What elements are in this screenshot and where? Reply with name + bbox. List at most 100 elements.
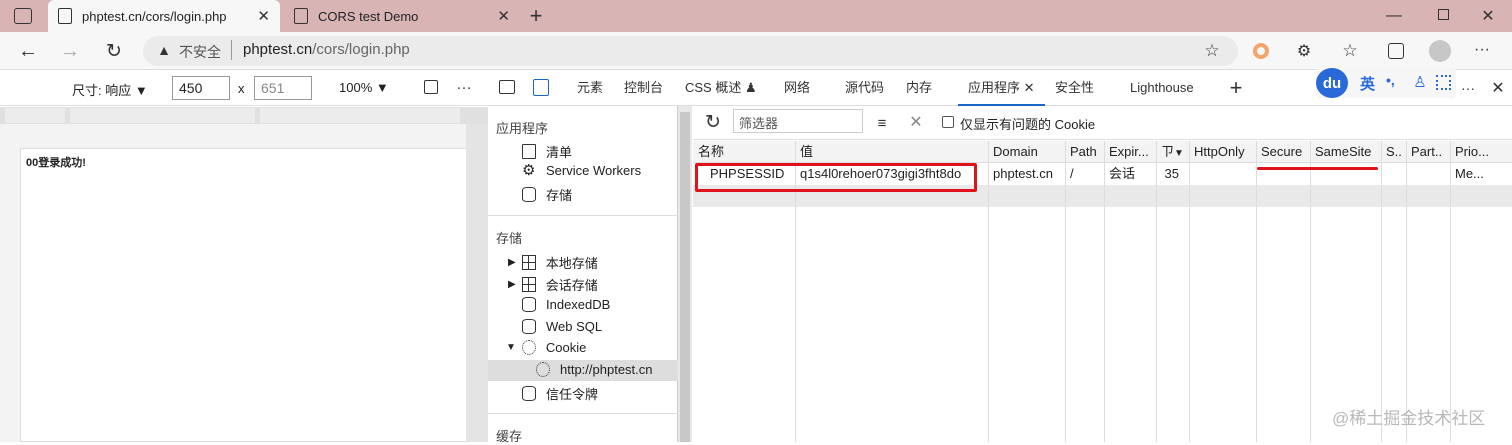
avatar[interactable]	[1429, 40, 1451, 62]
cell-size[interactable]: 35	[1156, 163, 1189, 185]
extension-icon[interactable]	[1253, 43, 1269, 59]
inspect-icon[interactable]	[499, 80, 515, 94]
database-icon	[522, 297, 536, 312]
watermark: @稀土掘金技术社区	[1332, 409, 1486, 428]
close-icon[interactable]: ✕	[497, 7, 510, 25]
tab-lighthouse[interactable]: Lighthouse	[1130, 70, 1194, 106]
tab-application[interactable]: 应用程序 ✕	[958, 70, 1045, 106]
cell-priority[interactable]: Me...	[1450, 163, 1512, 185]
close-icon[interactable]: ✕	[1024, 80, 1035, 95]
tab-title: phptest.cn/cors/login.php	[82, 8, 227, 24]
tab-console[interactable]: 控制台	[624, 70, 663, 106]
filter-input[interactable]: 筛选器	[733, 109, 863, 133]
collapse-icon[interactable]: ▼	[506, 342, 516, 353]
flask-icon: ♟	[744, 80, 757, 95]
dimensions-label: 尺寸: 响应	[72, 83, 132, 98]
tab-security[interactable]: 安全性	[1055, 70, 1094, 106]
url-text[interactable]: phptest.cn/cors/login.php	[243, 41, 410, 58]
warning-icon[interactable]: ▲	[156, 41, 172, 59]
sidebar-item-manifest[interactable]: 清单	[522, 142, 572, 161]
more-icon[interactable]: ···	[1472, 40, 1492, 60]
more-options-icon[interactable]: ···	[454, 78, 474, 96]
ime-user-icon[interactable]: ♙	[1412, 73, 1428, 91]
sidebar-item-trust-tokens[interactable]: 信任令牌	[522, 384, 598, 403]
sidebar-item-session-storage[interactable]: ▶ 会话存储	[508, 275, 598, 294]
tab-sources[interactable]: 源代码	[845, 70, 884, 106]
column-header-sameparty[interactable]: S..	[1381, 141, 1406, 163]
add-tab-icon[interactable]: +	[1226, 75, 1246, 100]
column-header-priority[interactable]: Prio...	[1450, 141, 1512, 163]
clear-filtered-icon[interactable]: ≡	[872, 114, 892, 132]
column-header-partition[interactable]: Part..	[1406, 141, 1450, 163]
column-header-name[interactable]: 名称	[693, 141, 795, 163]
insecure-label[interactable]: 不安全	[179, 42, 221, 62]
height-input[interactable]: 651	[254, 76, 312, 100]
minimize-icon[interactable]: —	[1384, 6, 1404, 26]
ime-language[interactable]: 英	[1360, 73, 1375, 94]
column-header-httponly[interactable]: HttpOnly	[1189, 141, 1256, 163]
cell-path[interactable]: /	[1065, 163, 1104, 185]
close-icon[interactable]: ✕	[257, 7, 270, 25]
zoom-select[interactable]: 100% ▼	[339, 80, 389, 95]
close-window-icon[interactable]: ✕	[1478, 6, 1498, 26]
column-header-secure[interactable]: Secure	[1256, 141, 1310, 163]
cell-expires[interactable]: 会话	[1104, 163, 1156, 185]
database-icon	[522, 187, 536, 202]
only-issues-label: 仅显示有问题的 Cookie	[960, 117, 1096, 132]
ime-menu-icon[interactable]	[1436, 75, 1451, 90]
sidebar-item-label: Cookie	[545, 340, 587, 355]
only-issues-checkbox[interactable]	[942, 116, 954, 128]
tab-css-overview-label: CSS 概述	[685, 80, 742, 95]
forward-icon[interactable]: →	[58, 40, 82, 62]
puzzle-icon[interactable]: ⚙	[1294, 41, 1314, 61]
sidebar-item-cookie[interactable]: ▼ Cookie	[506, 340, 586, 355]
sidebar-header-application: 应用程序	[496, 121, 549, 136]
page-icon	[58, 8, 72, 24]
back-icon[interactable]: ←	[16, 40, 40, 62]
tab-login[interactable]: phptest.cn/cors/login.php ✕	[48, 0, 280, 32]
collections-icon[interactable]	[1388, 43, 1404, 59]
sidebar-scrollbar[interactable]	[678, 106, 692, 442]
column-header-path[interactable]: Path	[1065, 141, 1104, 163]
sidebar-item-web-sql[interactable]: Web SQL	[522, 319, 602, 334]
expand-icon[interactable]: ▶	[508, 279, 516, 290]
column-header-expires[interactable]: Expir...	[1104, 141, 1156, 163]
more-tools-icon[interactable]: ···	[1458, 79, 1478, 97]
ime-logo[interactable]: du	[1316, 68, 1348, 98]
close-devtools-icon[interactable]: ✕	[1488, 78, 1508, 98]
sidebar-item-local-storage[interactable]: ▶ 本地存储	[508, 253, 598, 272]
sidebar-item-storage[interactable]: 存储	[522, 185, 572, 204]
media-query-bar[interactable]	[0, 107, 488, 124]
column-header-domain[interactable]: Domain	[988, 141, 1065, 163]
dimensions-select[interactable]: 尺寸: 响应 ▼	[72, 80, 148, 99]
ime-punctuation[interactable]: •,	[1386, 72, 1395, 88]
tab-memory[interactable]: 内存	[906, 70, 932, 106]
new-tab-icon[interactable]: +	[526, 3, 546, 28]
width-input[interactable]: 450	[172, 76, 230, 100]
column-header-size[interactable]: ㄗ▼	[1156, 141, 1189, 163]
tab-elements[interactable]: 元素	[577, 70, 603, 106]
refresh-icon[interactable]: ↻	[703, 112, 723, 133]
expand-icon[interactable]: ▶	[508, 257, 516, 268]
dropdown-icon: ▼	[375, 80, 389, 95]
tab-network[interactable]: 网络	[784, 70, 810, 106]
device-toggle-icon[interactable]	[533, 79, 549, 96]
viewport-scrollbar[interactable]	[466, 124, 488, 442]
sidebar-toggle-icon[interactable]	[14, 8, 32, 24]
restore-icon[interactable]	[1438, 9, 1449, 20]
favorite-add-icon[interactable]: ☆	[1202, 41, 1222, 61]
column-header-samesite[interactable]: SameSite	[1310, 141, 1381, 163]
dropdown-icon: ▼	[134, 83, 148, 98]
cell-domain[interactable]: phptest.cn	[988, 163, 1065, 185]
tab-css-overview[interactable]: CSS 概述 ♟	[685, 70, 757, 106]
sidebar-item-service-workers[interactable]: ⚙ Service Workers	[522, 163, 641, 178]
divider	[488, 215, 678, 216]
sidebar-item-cookie-origin[interactable]: http://phptest.cn	[536, 362, 653, 377]
delete-selected-icon[interactable]: ✕	[907, 112, 925, 132]
favorites-icon[interactable]: ☆	[1340, 41, 1360, 61]
rotate-icon[interactable]	[424, 80, 438, 94]
tab-cors-demo[interactable]: CORS test Demo ✕	[284, 0, 520, 32]
sidebar-item-indexeddb[interactable]: IndexedDB	[522, 297, 610, 312]
column-header-value[interactable]: 值	[795, 141, 988, 163]
refresh-icon[interactable]: ↻	[102, 40, 126, 62]
